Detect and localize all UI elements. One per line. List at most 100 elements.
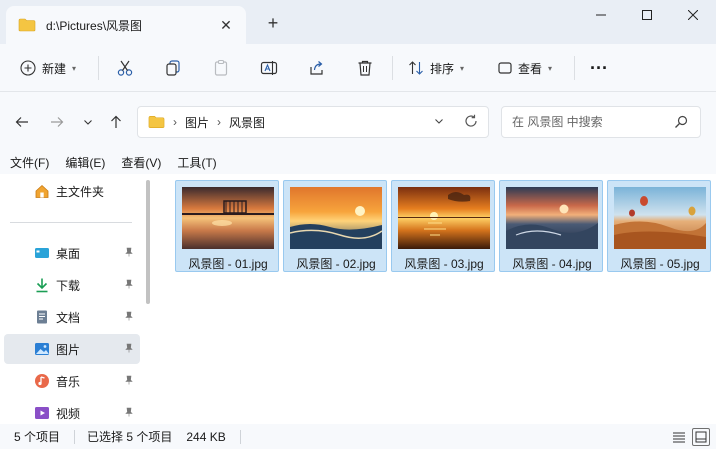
copy-icon bbox=[166, 60, 180, 76]
image-thumbnail bbox=[506, 187, 598, 249]
copy-button[interactable] bbox=[164, 54, 182, 82]
pin-icon[interactable] bbox=[124, 375, 134, 388]
large-icons-view-button[interactable] bbox=[692, 428, 710, 446]
details-view-button[interactable] bbox=[670, 428, 688, 446]
address-history-chevron-icon[interactable] bbox=[434, 116, 444, 129]
sidebar-item-label: 桌面 bbox=[56, 246, 81, 261]
pin-icon[interactable] bbox=[124, 279, 134, 292]
arrow-right-icon bbox=[51, 117, 64, 127]
sort-button[interactable]: 排序 ▾ bbox=[408, 54, 464, 82]
sidebar-item-downloads[interactable]: 下载 bbox=[4, 270, 140, 300]
image-thumbnail bbox=[290, 187, 382, 249]
chevron-down-icon: ▾ bbox=[460, 63, 465, 73]
menu-view[interactable]: 查看(V) bbox=[121, 154, 161, 171]
sidebar-item-desktop[interactable]: 桌面 bbox=[4, 238, 140, 268]
toolbar-divider bbox=[392, 56, 393, 80]
breadcrumb-pictures[interactable]: 图片 bbox=[185, 114, 209, 131]
file-tile[interactable]: 风景图 - 01.jpg bbox=[175, 180, 279, 272]
delete-button[interactable] bbox=[356, 54, 374, 82]
tab-current-folder[interactable]: d:\Pictures\风景图 ✕ bbox=[6, 6, 246, 44]
toolbar-divider bbox=[574, 56, 575, 80]
minimize-button[interactable] bbox=[578, 0, 624, 30]
pin-icon[interactable] bbox=[124, 247, 134, 260]
breadcrumb-separator[interactable]: › bbox=[217, 115, 221, 129]
navigation-bar: › 图片 › 风景图 bbox=[0, 92, 716, 150]
search-box[interactable] bbox=[501, 106, 701, 138]
view-button-label: 查看 bbox=[518, 61, 543, 76]
close-tab-icon[interactable]: ✕ bbox=[216, 15, 236, 35]
up-button[interactable] bbox=[106, 112, 126, 132]
status-divider bbox=[239, 429, 241, 444]
new-tab-button[interactable]: + bbox=[262, 12, 284, 34]
file-tile[interactable]: 风景图 - 05.jpg bbox=[607, 180, 711, 272]
breadcrumb-separator[interactable]: › bbox=[173, 115, 177, 129]
sort-icon bbox=[409, 61, 423, 75]
status-bar: 5 个项目 已选择 5 个项目 244 KB bbox=[0, 424, 716, 449]
image-thumbnail bbox=[614, 187, 706, 249]
menu-edit[interactable]: 编辑(E) bbox=[65, 154, 105, 171]
share-icon bbox=[310, 61, 323, 75]
sidebar-item-music[interactable]: 音乐 bbox=[4, 366, 140, 396]
close-window-button[interactable] bbox=[670, 0, 716, 30]
minimize-icon bbox=[596, 14, 606, 16]
desktop-icon bbox=[34, 245, 50, 261]
title-bar: d:\Pictures\风景图 ✕ + bbox=[0, 0, 716, 44]
breadcrumb-landscapes[interactable]: 风景图 bbox=[229, 114, 265, 131]
more-options-button[interactable]: ··· bbox=[590, 54, 608, 82]
chevron-down-icon: ▾ bbox=[548, 63, 553, 73]
sidebar-item-pictures[interactable]: 图片 bbox=[4, 334, 140, 364]
arrow-up-icon bbox=[111, 115, 121, 128]
refresh-button[interactable] bbox=[464, 114, 478, 131]
selection-size: 244 KB bbox=[186, 429, 226, 444]
command-bar: 新建 ▾ 排序 ▾ 查看 ▾ ··· bbox=[0, 44, 716, 92]
new-button-label: 新建 bbox=[42, 61, 67, 76]
navigation-pane: 主文件夹 桌面 下载 文档 图片 音乐 视频 bbox=[0, 174, 150, 424]
maximize-button[interactable] bbox=[624, 0, 670, 30]
maximize-icon bbox=[642, 10, 652, 20]
sort-button-label: 排序 bbox=[430, 61, 455, 76]
menu-tools[interactable]: 工具(T) bbox=[177, 154, 216, 171]
image-thumbnail bbox=[182, 187, 274, 249]
menu-file[interactable]: 文件(F) bbox=[10, 154, 49, 171]
refresh-icon bbox=[465, 114, 477, 127]
file-name: 风景图 - 02.jpg bbox=[296, 257, 376, 271]
plus-circle-icon bbox=[20, 60, 36, 76]
chevron-down-icon bbox=[84, 120, 92, 125]
trash-icon bbox=[358, 60, 372, 76]
file-tile[interactable]: 风景图 - 03.jpg bbox=[391, 180, 495, 272]
sidebar-divider bbox=[10, 222, 132, 223]
home-icon bbox=[34, 183, 50, 199]
recent-locations-button[interactable] bbox=[78, 112, 98, 132]
pictures-icon bbox=[34, 341, 50, 357]
sidebar-item-documents[interactable]: 文档 bbox=[4, 302, 140, 332]
sidebar-item-label: 视频 bbox=[56, 406, 81, 421]
sidebar-item-label: 音乐 bbox=[56, 374, 81, 389]
search-icon bbox=[675, 115, 688, 128]
download-icon bbox=[34, 277, 50, 293]
cut-button[interactable] bbox=[116, 54, 134, 82]
content-area: 主文件夹 桌面 下载 文档 图片 音乐 视频 风景图 - 01.jpg 风景图 … bbox=[0, 174, 716, 424]
forward-button[interactable] bbox=[47, 112, 67, 132]
view-button[interactable]: 查看 ▾ bbox=[498, 54, 552, 82]
file-tile[interactable]: 风景图 - 02.jpg bbox=[283, 180, 387, 272]
pin-icon[interactable] bbox=[124, 407, 134, 420]
pin-icon[interactable] bbox=[124, 343, 134, 356]
sidebar-scrollbar[interactable] bbox=[146, 180, 150, 304]
sidebar-item-home[interactable]: 主文件夹 bbox=[4, 176, 140, 206]
new-button[interactable]: 新建 ▾ bbox=[20, 54, 76, 82]
sidebar-item-label: 下载 bbox=[56, 278, 81, 293]
paste-button[interactable] bbox=[212, 54, 230, 82]
selection-info: 已选择 5 个项目 bbox=[87, 430, 173, 444]
tab-title: d:\Pictures\风景图 bbox=[46, 18, 143, 33]
rename-button[interactable] bbox=[260, 54, 278, 82]
file-name: 风景图 - 03.jpg bbox=[404, 257, 484, 271]
share-button[interactable] bbox=[308, 54, 326, 82]
close-icon bbox=[688, 10, 698, 20]
paste-icon bbox=[214, 59, 228, 76]
cut-icon bbox=[117, 60, 133, 76]
address-bar[interactable]: › 图片 › 风景图 bbox=[137, 106, 489, 138]
file-tile[interactable]: 风景图 - 04.jpg bbox=[499, 180, 603, 272]
search-input[interactable] bbox=[512, 115, 672, 129]
pin-icon[interactable] bbox=[124, 311, 134, 324]
back-button[interactable] bbox=[12, 112, 32, 132]
